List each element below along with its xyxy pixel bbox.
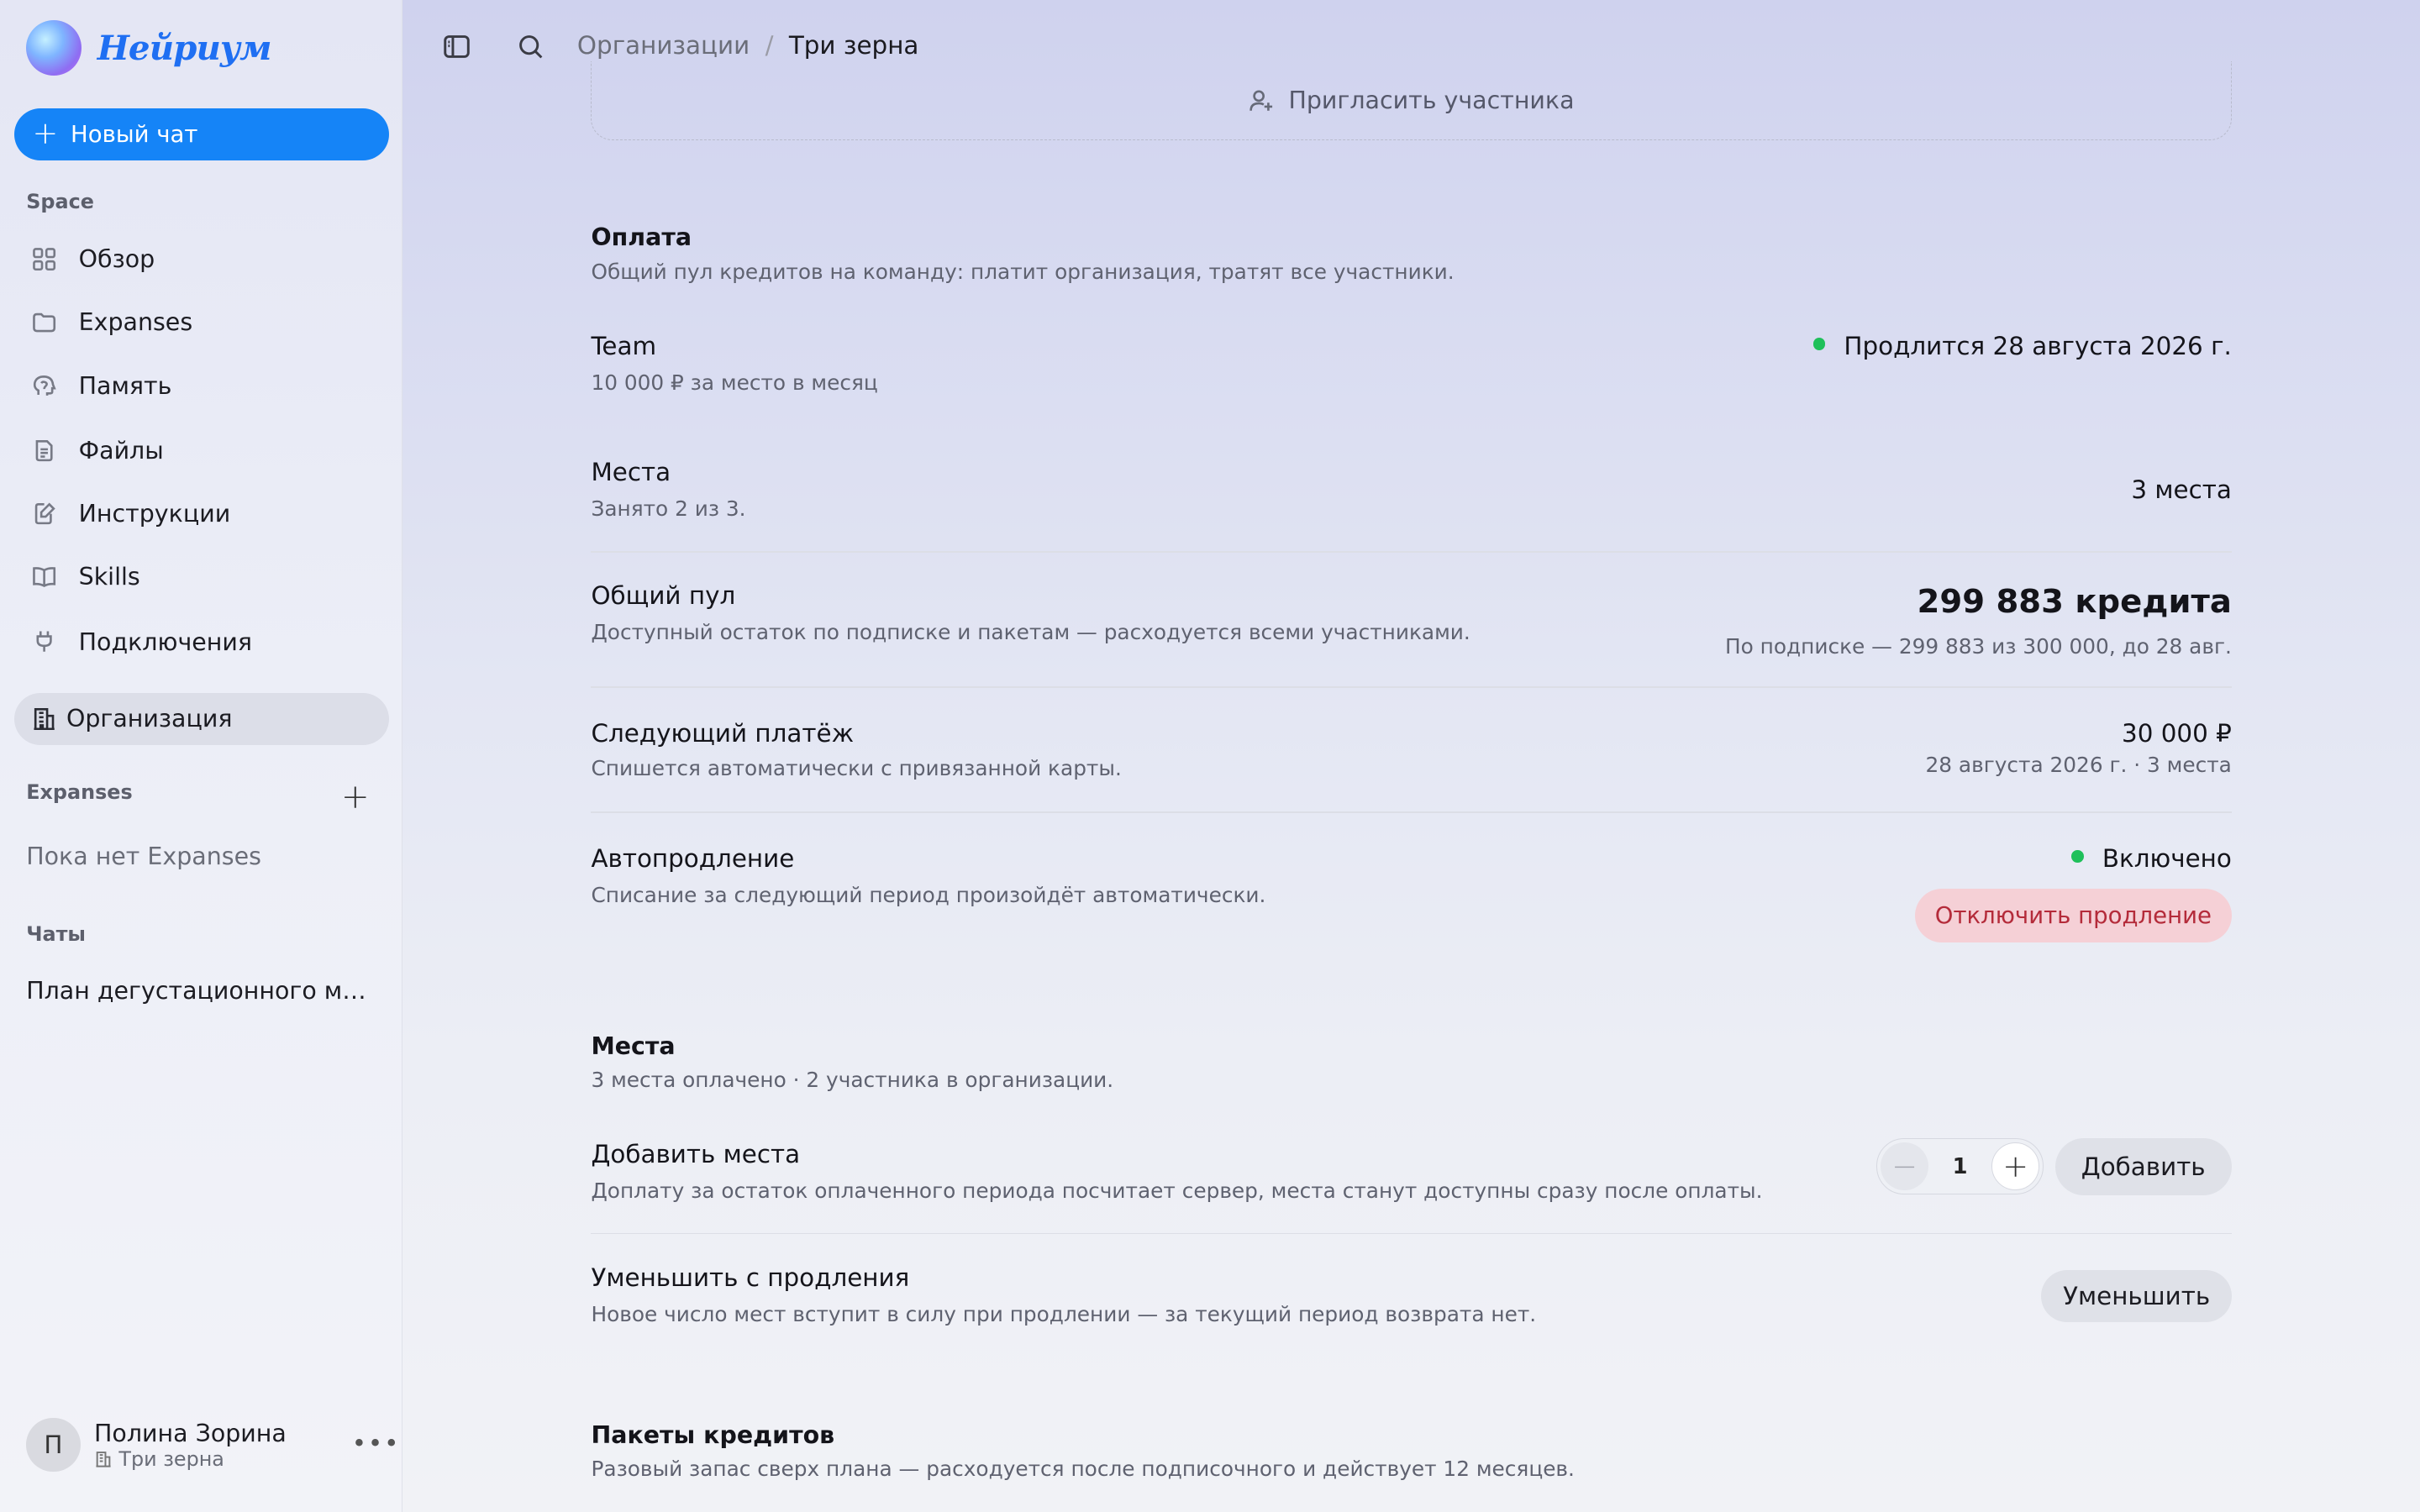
plug-icon xyxy=(36,631,52,653)
building-icon xyxy=(34,708,55,731)
new-chat-label: Новый чат xyxy=(71,120,198,148)
pool-value: 299 883 кредита xyxy=(1917,583,2232,622)
seats-value: 3 места xyxy=(2131,475,2232,504)
sidebar-item-memory[interactable]: Память xyxy=(14,360,389,412)
user-profile[interactable]: П Полина Зорина Три зерна xyxy=(26,1417,287,1473)
status-dot-icon xyxy=(1812,338,1826,351)
sidebar-item-organization[interactable]: Организация xyxy=(13,692,389,746)
more-icon[interactable]: ••• xyxy=(352,1429,401,1457)
file-icon xyxy=(35,439,53,461)
plan-status-text: Продлится 28 августа 2026 г. xyxy=(1844,331,2232,360)
user-name: Полина Зорина xyxy=(94,1419,287,1447)
next-payment-detail: 28 августа 2026 г. · 3 места xyxy=(1925,753,2232,778)
sidebar-item-connections[interactable]: Подключения xyxy=(14,616,389,668)
expanses-section-label: Expanses xyxy=(26,780,133,805)
seats-section-subtitle: 3 места оплачено · 2 участника в организ… xyxy=(591,1067,1114,1092)
breadcrumb-separator: / xyxy=(765,30,774,60)
new-chat-button[interactable]: + Новый чат xyxy=(13,108,389,160)
breadcrumb-organizations-link[interactable]: Организации xyxy=(577,31,750,60)
reduce-seats-button[interactable]: Уменьшить xyxy=(2041,1269,2232,1323)
seats-row-sub: Занято 2 из 3. xyxy=(591,496,746,522)
seats-row-title: Места xyxy=(591,458,671,487)
autorenew-sub: Списание за следующий период произойдёт … xyxy=(591,882,1266,907)
quantity-stepper: − 1 + xyxy=(1876,1138,2044,1194)
sidebar-item-label: Skills xyxy=(78,563,140,591)
edit-doc-icon xyxy=(34,502,55,525)
sidebar-item-skills[interactable]: Skills xyxy=(14,551,389,603)
sidebar-item-label: Организация xyxy=(66,705,233,733)
plan-status: Продлится 28 августа 2026 г. xyxy=(1812,331,2232,360)
breadcrumb: Организации / Три зерна xyxy=(577,31,919,60)
invite-member-button[interactable]: Пригласить участника xyxy=(591,61,2232,141)
decrement-button[interactable]: − xyxy=(1881,1142,1929,1190)
expanses-empty-text: Пока нет Expanses xyxy=(26,842,261,870)
reduce-seats-title: Уменьшить с продления xyxy=(591,1263,910,1293)
main-content: Организации / Три зерна Пригласить участ… xyxy=(402,0,2420,1512)
logo-text: Нейриум xyxy=(97,27,272,68)
plan-title: Team xyxy=(591,331,657,360)
divider xyxy=(591,686,2232,689)
avatar: П xyxy=(26,1417,81,1473)
plan-price: 10 000 ₽ за место в месяц xyxy=(591,370,878,395)
sidebar-item-label: Файлы xyxy=(78,436,164,465)
status-dot-icon xyxy=(2071,850,2084,863)
seats-section-title: Места xyxy=(591,1032,676,1060)
pool-sub: Доступный остаток по подписке и пакетам … xyxy=(591,620,1470,645)
chats-section-label: Чаты xyxy=(26,922,87,947)
disable-autorenew-button[interactable]: Отключить продление xyxy=(1914,888,2232,943)
reduce-seats-sub: Новое число мест вступит в силу при прод… xyxy=(591,1302,1537,1327)
pool-detail: По подписке — 299 883 из 300 000, до 28 … xyxy=(1724,633,2232,659)
space-section-label: Space xyxy=(26,189,94,213)
add-expanse-button[interactable]: + xyxy=(341,776,370,816)
book-icon xyxy=(32,567,55,588)
sidebar-item-overview[interactable]: Обзор xyxy=(14,233,389,285)
building-icon xyxy=(96,1451,111,1467)
user-org: Три зерна xyxy=(94,1447,287,1471)
next-payment-sub: Спишется автоматически с привязанной кар… xyxy=(591,755,1122,780)
increment-button[interactable]: + xyxy=(1991,1142,2040,1190)
search-icon xyxy=(519,34,543,58)
chat-item[interactable]: План дегустационного меню xyxy=(26,977,373,1005)
invite-label: Пригласить участника xyxy=(1288,87,1575,115)
sidebar-item-expanses[interactable]: Expanses xyxy=(14,297,389,349)
next-payment-value: 30 000 ₽ xyxy=(2122,718,2232,748)
folder-icon xyxy=(32,313,55,333)
next-payment-title: Следующий платёж xyxy=(591,718,855,748)
autorenew-title: Автопродление xyxy=(591,843,795,873)
sidebar-toggle-icon xyxy=(444,34,470,58)
sidebar-item-label: Подключения xyxy=(78,627,252,656)
sidebar: Нейриум + Новый чат Space Обзор Expanses… xyxy=(0,0,403,1512)
autorenew-status: Включено xyxy=(2071,844,2232,873)
packages-subtitle: Разовый запас сверх плана — расходуется … xyxy=(591,1456,1575,1481)
sidebar-item-label: Expanses xyxy=(78,308,193,337)
billing-subtitle: Общий пул кредитов на команду: платит ор… xyxy=(591,259,1455,284)
search-button[interactable] xyxy=(517,33,544,60)
sidebar-item-files[interactable]: Файлы xyxy=(14,424,389,476)
sidebar-item-label: Обзор xyxy=(78,245,155,274)
sidebar-toggle-button[interactable] xyxy=(443,33,471,60)
user-org-name: Три зерна xyxy=(118,1446,224,1471)
plus-icon: + xyxy=(32,115,59,152)
add-seats-button[interactable]: Добавить xyxy=(2054,1138,2232,1196)
sidebar-item-label: Память xyxy=(78,371,172,400)
packages-title: Пакеты кредитов xyxy=(591,1420,835,1449)
divider xyxy=(591,550,2232,553)
quantity-value[interactable]: 1 xyxy=(1953,1154,1968,1179)
sidebar-item-label: Инструкции xyxy=(78,500,231,528)
divider xyxy=(591,1232,2232,1235)
app-logo[interactable]: Нейриум xyxy=(26,19,272,76)
billing-title: Оплата xyxy=(591,223,692,252)
divider xyxy=(591,811,2232,813)
autorenew-status-text: Включено xyxy=(2102,843,2232,873)
logo-orb-icon xyxy=(26,19,82,76)
add-seats-sub: Доплату за остаток оплаченного периода п… xyxy=(591,1179,1763,1204)
brain-icon xyxy=(33,375,56,396)
add-seats-title: Добавить места xyxy=(591,1140,801,1169)
grid-icon xyxy=(32,248,55,270)
add-user-icon xyxy=(1249,90,1272,112)
sidebar-item-instructions[interactable]: Инструкции xyxy=(14,487,389,539)
pool-title: Общий пул xyxy=(591,581,736,611)
breadcrumb-current: Три зерна xyxy=(788,30,919,60)
